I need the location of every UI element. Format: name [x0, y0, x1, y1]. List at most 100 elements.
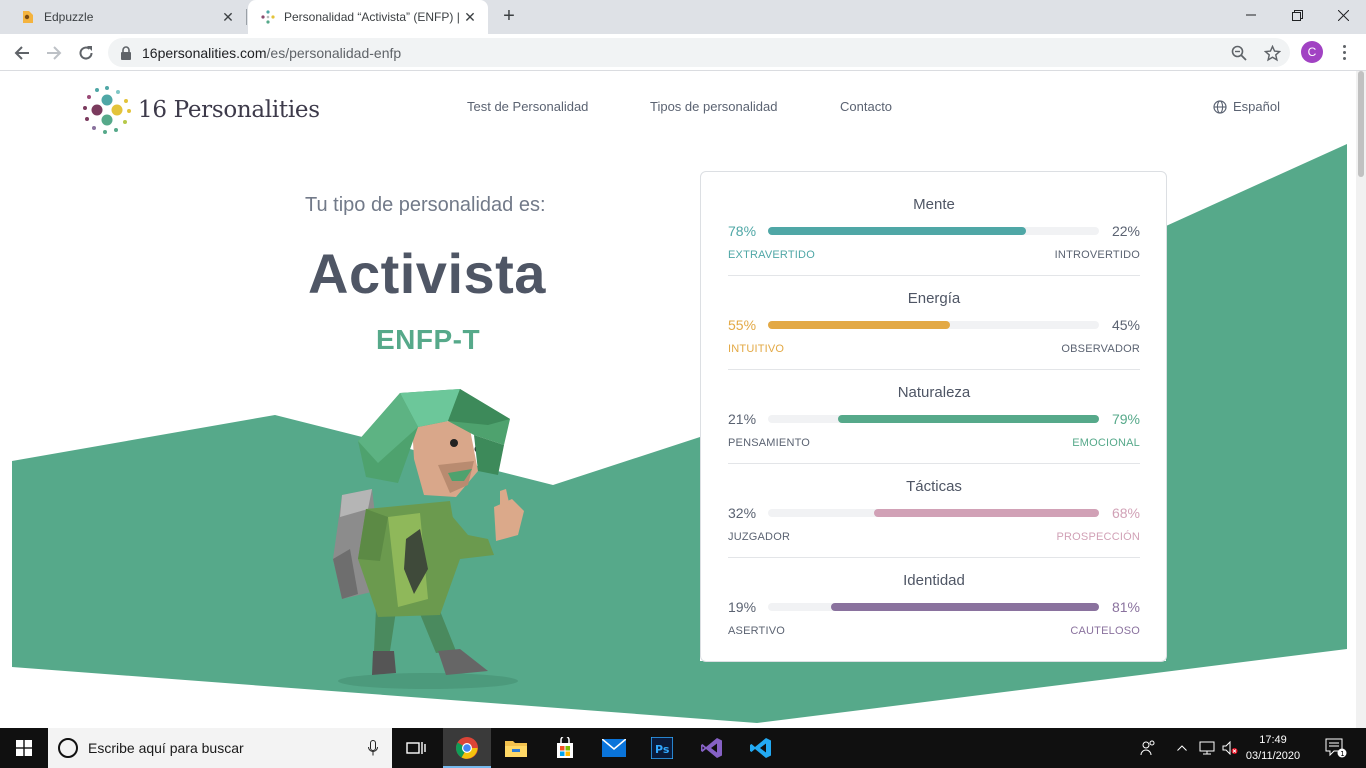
vscode-icon[interactable]	[737, 728, 785, 768]
file-explorer-icon[interactable]	[492, 728, 540, 768]
close-window-icon[interactable]	[1320, 0, 1366, 30]
tab-strip: Edpuzzle ✕ Personalidad “Activista” (ENF…	[0, 0, 1366, 34]
search-placeholder: Escribe aquí para buscar	[88, 740, 244, 756]
profile-avatar[interactable]: C	[1301, 41, 1323, 63]
close-tab-icon[interactable]: ✕	[460, 7, 480, 27]
scrollbar-thumb[interactable]	[1358, 71, 1364, 177]
site-logo[interactable]: 16 Personalities	[82, 85, 320, 135]
personality-intro: Tu tipo de personalidad es:	[305, 194, 546, 216]
lock-icon	[121, 45, 131, 60]
url-text: 16personalities.com/es/personalidad-enfp	[142, 45, 401, 61]
trait-left-percent: 21%	[728, 411, 757, 427]
trait-right-label: PROSPECCIÓN	[1056, 531, 1140, 543]
microsoft-store-icon[interactable]	[541, 728, 589, 768]
trait-right-percent: 68%	[1111, 505, 1140, 521]
nav-tipos-de-personalidad[interactable]: Tipos de personalidad	[650, 99, 777, 114]
tab-title: Edpuzzle	[44, 10, 94, 24]
trait-bar-fill	[768, 227, 1026, 235]
photoshop-icon[interactable]: Ps	[638, 728, 686, 768]
16personalities-favicon-icon	[261, 10, 275, 24]
logo-wordmark: 16 Personalities	[138, 97, 320, 123]
trait-left-label: EXTRAVERTIDO	[728, 249, 815, 261]
clock-time: 17:49	[1259, 734, 1287, 746]
trait-row: Identidad 19% 81% ASERTIVO CAUTELOSO	[728, 548, 1140, 642]
cortana-icon	[58, 738, 78, 758]
trait-name: Identidad	[903, 572, 965, 589]
tab-title: Personalidad “Activista” (ENFP) |	[284, 10, 460, 24]
notifications-icon[interactable]: 1	[1318, 728, 1354, 768]
trait-right-percent: 81%	[1111, 599, 1140, 615]
menu-kebab-icon[interactable]	[1335, 40, 1353, 64]
bookmark-star-icon[interactable]	[1259, 40, 1285, 66]
trait-name: Tácticas	[906, 478, 962, 495]
trait-bar-track	[768, 321, 1099, 329]
trait-bar-track	[768, 227, 1099, 235]
trait-left-label: PENSAMIENTO	[728, 437, 811, 449]
trait-right-percent: 45%	[1111, 317, 1140, 333]
zoom-icon[interactable]	[1226, 40, 1252, 66]
globe-icon	[1213, 99, 1227, 114]
trait-right-percent: 79%	[1111, 411, 1140, 427]
trait-bar-track	[768, 415, 1099, 423]
personality-type-name: Activista	[308, 242, 546, 305]
trait-bar-track	[768, 603, 1099, 611]
restore-icon[interactable]	[1274, 0, 1320, 30]
trait-left-percent: 55%	[728, 317, 757, 333]
task-view-icon[interactable]	[392, 728, 440, 768]
browser-toolbar: 16personalities.com/es/personalidad-enfp	[0, 34, 1366, 71]
trait-left-label: JUZGADOR	[728, 531, 791, 543]
activist-character-illustration	[333, 389, 524, 689]
forward-icon[interactable]	[41, 40, 67, 66]
tab-16personalities[interactable]: Personalidad “Activista” (ENFP) | ✕	[248, 0, 488, 34]
svg-text:Ps: Ps	[655, 743, 670, 756]
back-icon[interactable]	[9, 40, 35, 66]
nav-test-de-personalidad[interactable]: Test de Personalidad	[467, 99, 588, 114]
trait-right-label: OBSERVADOR	[1061, 343, 1140, 355]
trait-left-percent: 19%	[728, 599, 757, 615]
trait-left-percent: 78%	[728, 223, 757, 239]
url-path: /es/personalidad-enfp	[266, 44, 402, 61]
clock-date: 03/11/2020	[1245, 750, 1301, 762]
trait-right-percent: 22%	[1111, 223, 1140, 239]
mail-icon[interactable]	[590, 728, 638, 768]
trait-bar-fill	[768, 321, 950, 329]
url-host: 16personalities.com	[142, 44, 267, 61]
tray-chevron-up-icon[interactable]	[1172, 728, 1192, 768]
network-icon[interactable]	[1196, 728, 1218, 768]
trait-name: Mente	[913, 196, 955, 213]
microphone-icon[interactable]	[368, 740, 378, 756]
trait-row: Energía 55% 45% INTUITIVO OBSERVADOR	[728, 266, 1140, 370]
trait-right-label: INTROVERTIDO	[1054, 249, 1140, 261]
trait-left-label: ASERTIVO	[728, 625, 786, 637]
page-viewport: 16 Personalities Test de Personalidad Ti…	[0, 71, 1366, 728]
new-tab-button[interactable]: +	[498, 6, 520, 28]
people-icon[interactable]	[1134, 728, 1162, 768]
nav-contacto[interactable]: Contacto	[840, 99, 892, 114]
minimize-icon[interactable]	[1228, 0, 1274, 30]
notification-count: 1	[1340, 750, 1344, 758]
tab-edpuzzle[interactable]: Edpuzzle ✕	[8, 0, 247, 34]
language-selector[interactable]: Español	[1213, 99, 1280, 114]
trait-bar-fill	[838, 415, 1099, 423]
system-clock[interactable]: 17:49 03/11/2020	[1242, 732, 1304, 764]
personality-type-code: ENFP-T	[376, 324, 481, 355]
trait-left-label: INTUITIVO	[728, 343, 785, 355]
trait-right-label: EMOCIONAL	[1072, 437, 1140, 449]
trait-left-percent: 32%	[728, 505, 757, 521]
chrome-icon[interactable]	[443, 728, 491, 768]
address-bar[interactable]: 16personalities.com/es/personalidad-enfp	[108, 38, 1290, 67]
visual-studio-icon[interactable]	[688, 728, 736, 768]
trait-right-label: CAUTELOSO	[1070, 625, 1140, 637]
close-tab-icon[interactable]: ✕	[218, 7, 238, 27]
trait-row: Tácticas 32% 68% JUZGADOR PROSPECCIÓN	[728, 454, 1140, 558]
volume-muted-icon[interactable]	[1219, 728, 1241, 768]
page-scrollbar[interactable]	[1356, 71, 1366, 728]
reload-icon[interactable]	[73, 40, 99, 66]
logo-dots-icon	[83, 86, 131, 134]
taskbar-search[interactable]: Escribe aquí para buscar	[48, 728, 392, 768]
windows-start-icon[interactable]	[0, 728, 48, 768]
trait-name: Naturaleza	[897, 384, 971, 401]
trait-row: Naturaleza 21% 79% PENSAMIENTO EMOCIONAL	[728, 360, 1140, 464]
trait-bar-track	[768, 509, 1099, 517]
edpuzzle-favicon-icon	[23, 11, 33, 23]
